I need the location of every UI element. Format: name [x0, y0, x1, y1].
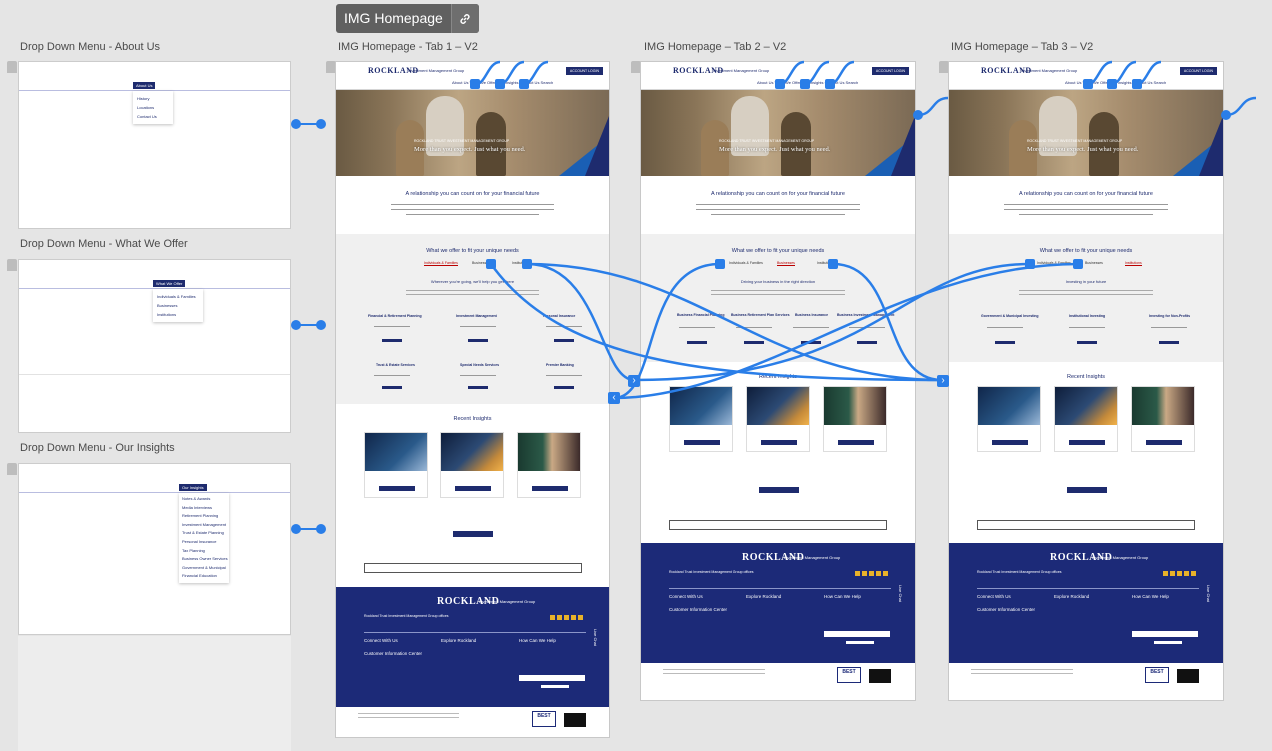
chevron-right-icon[interactable]: › [937, 375, 949, 387]
link-hotspot[interactable] [715, 259, 725, 269]
link-hotspot[interactable] [470, 79, 480, 89]
chevron-right-icon[interactable]: › [628, 375, 640, 387]
link-hotspot[interactable] [495, 79, 505, 89]
link-hotspot[interactable] [1025, 259, 1035, 269]
link-hotspot[interactable] [1107, 79, 1117, 89]
link-hotspot[interactable] [800, 79, 810, 89]
link-hotspot[interactable] [1073, 259, 1083, 269]
link-hotspot[interactable] [1132, 79, 1142, 89]
link-hotspot[interactable] [519, 79, 529, 89]
connector-node[interactable] [913, 110, 923, 120]
link-wire [526, 262, 943, 382]
link-hotspot[interactable] [828, 259, 838, 269]
link-hotspot[interactable] [775, 79, 785, 89]
link-wire [633, 262, 1031, 382]
connector-node[interactable] [1221, 110, 1231, 120]
link-hotspot[interactable] [522, 259, 532, 269]
link-wire [526, 262, 635, 382]
link-hotspot[interactable] [825, 79, 835, 89]
link-wire [832, 262, 943, 382]
link-hotspot[interactable] [1083, 79, 1093, 89]
chevron-left-icon[interactable]: ‹ [608, 392, 620, 404]
link-hotspot[interactable] [486, 259, 496, 269]
